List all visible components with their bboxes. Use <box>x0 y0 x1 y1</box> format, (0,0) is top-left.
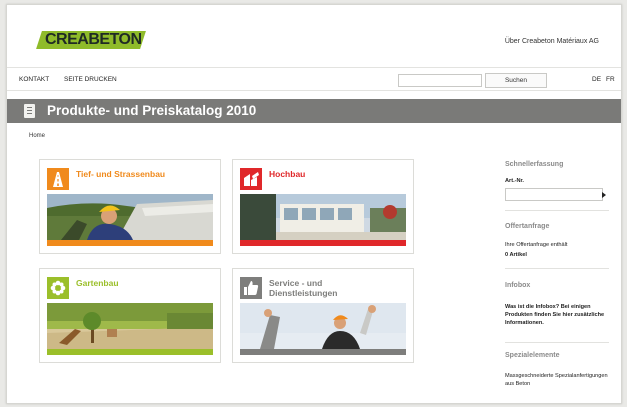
submit-arrow-icon[interactable] <box>602 192 606 198</box>
category-title: Tief- und Strassenbau <box>76 169 166 179</box>
search-input[interactable] <box>398 74 482 87</box>
about-company-link[interactable]: Über Creabeton Matériaux AG <box>505 38 599 45</box>
category-card-tiefbau[interactable]: Tief- und Strassenbau <box>39 159 221 254</box>
category-color-bar <box>47 240 213 246</box>
article-number-input[interactable] <box>505 188 603 201</box>
breadcrumb-home[interactable]: Home <box>29 133 45 139</box>
quick-entry-title: Schnellerfassung <box>505 161 564 168</box>
thumbs-up-icon <box>240 277 262 299</box>
offer-request-text: Ihre Offertanfrage enthält <box>505 242 568 248</box>
category-title: Hochbau <box>269 169 306 179</box>
modern-building-photo <box>240 194 406 240</box>
catalog-document-icon <box>24 104 35 118</box>
catalog-banner: Produkte- und Preiskatalog 2010 <box>7 99 621 123</box>
offer-request-title[interactable]: Offertanfrage <box>505 223 549 230</box>
logo-text: CREABETON <box>45 31 142 48</box>
special-elements-title[interactable]: Spezialelemente <box>505 352 559 359</box>
category-color-bar <box>240 240 406 246</box>
flower-icon <box>47 277 69 299</box>
search-button[interactable]: Suchen <box>485 73 547 88</box>
category-color-bar <box>47 349 213 355</box>
infobox-title: Infobox <box>505 282 531 289</box>
infobox-text: Was ist die Infobox? Bei einigen Produkt… <box>505 304 605 326</box>
garden-terrace-photo <box>47 303 213 349</box>
lang-fr-link[interactable]: FR <box>606 76 615 83</box>
category-card-gartenbau[interactable]: Gartenbau <box>39 268 221 363</box>
sidebar-divider <box>505 210 609 211</box>
contact-link[interactable]: KONTAKT <box>19 76 49 83</box>
service-workers-photo <box>240 303 406 349</box>
category-card-service[interactable]: Service - und Dienstleistungen <box>232 268 414 363</box>
creabeton-logo[interactable]: CREABETON <box>36 27 147 53</box>
category-color-bar <box>240 349 406 355</box>
category-card-hochbau[interactable]: Hochbau <box>232 159 414 254</box>
article-number-label: Art.-Nr. <box>505 178 524 184</box>
category-title: Service - und Dienstleistungen <box>269 278 338 298</box>
sidebar-divider <box>505 342 609 343</box>
offer-article-count: 0 Artikel <box>505 252 527 258</box>
special-elements-text: Massgeschneiderte Spezialanfertigungen a… <box>505 373 608 387</box>
sidebar-divider <box>505 268 609 269</box>
construction-worker-photo <box>47 194 213 240</box>
road-icon <box>47 168 69 190</box>
building-blocks-icon <box>240 168 262 190</box>
page-title: Produkte- und Preiskatalog 2010 <box>47 103 257 118</box>
lang-de-link[interactable]: DE <box>592 76 601 83</box>
category-title: Gartenbau <box>76 278 119 288</box>
print-page-link[interactable]: SEITE DRUCKEN <box>64 76 117 83</box>
catalog-page: CREABETON Über Creabeton Matériaux AG KO… <box>6 4 622 404</box>
top-nav: KONTAKT SEITE DRUCKEN Suchen DE FR <box>7 67 621 91</box>
